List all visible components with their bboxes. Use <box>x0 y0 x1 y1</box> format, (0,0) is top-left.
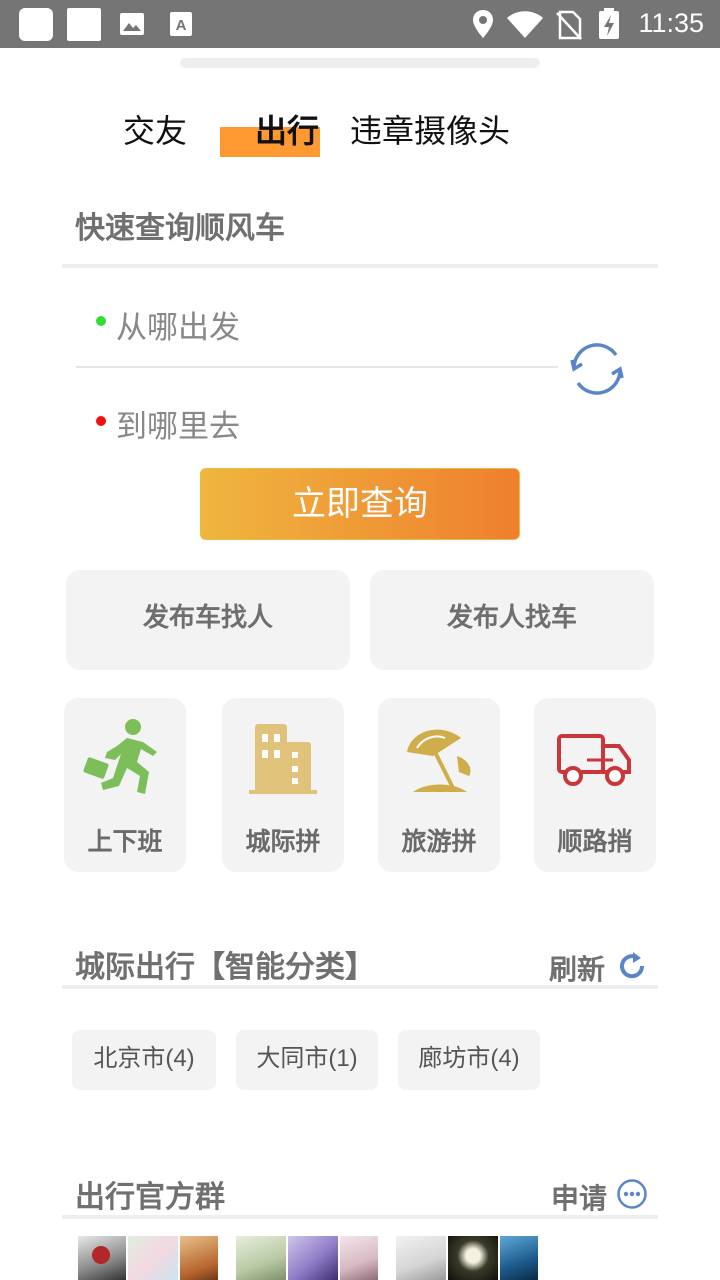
city-chip[interactable]: 大同市(1) <box>236 1030 378 1090</box>
truck-icon <box>557 734 631 786</box>
city-chip[interactable]: 廊坊市(4) <box>398 1030 540 1090</box>
category-travel[interactable]: 旅游拼 <box>378 698 500 872</box>
clock: 11:35 <box>638 8 704 38</box>
status-bar: A 11:35 <box>0 0 720 48</box>
divider <box>62 1215 658 1219</box>
text-a-icon: A <box>170 12 192 36</box>
tab-travel[interactable]: 出行 <box>255 106 319 152</box>
tab-friends[interactable]: 交友 <box>123 106 187 152</box>
battery-charging-icon <box>599 8 619 39</box>
apply-button[interactable]: 申请 <box>551 1177 607 1217</box>
publish-car-seek-people-button[interactable]: 发布车找人 <box>66 570 350 670</box>
origin-dot <box>96 316 106 326</box>
location-icon <box>473 10 493 38</box>
wifi-icon <box>507 11 543 38</box>
publish-people-seek-car-button[interactable]: 发布人找车 <box>370 570 654 670</box>
intercity-section-title: 城际出行【智能分类】 <box>75 950 375 985</box>
swap-route-icon[interactable] <box>566 338 628 400</box>
beach-umbrella-icon <box>407 729 471 792</box>
origin-input[interactable]: 从哪出发 <box>116 302 240 347</box>
notification-square-icon <box>67 8 101 41</box>
destination-input[interactable]: 到哪里去 <box>116 401 240 446</box>
category-ride-along[interactable]: 顺路捎 <box>534 698 656 872</box>
drag-handle[interactable] <box>180 58 540 68</box>
query-button[interactable]: 立即查询 <box>200 468 520 540</box>
destination-dot <box>96 416 106 426</box>
refresh-icon[interactable] <box>616 950 648 982</box>
buildings-icon <box>249 724 317 794</box>
category-label: 城际拼 <box>245 827 321 856</box>
image-icon <box>120 13 144 35</box>
commuter-running-icon <box>83 719 157 794</box>
groups-section-title: 出行官方群 <box>75 1180 225 1215</box>
more-icon[interactable] <box>616 1178 648 1210</box>
route-divider <box>76 366 558 368</box>
svg-text:A: A <box>176 17 187 34</box>
notification-app-icon <box>19 8 53 41</box>
category-label: 上下班 <box>87 827 163 856</box>
category-label: 顺路捎 <box>557 827 633 856</box>
search-section-title: 快速查询顺风车 <box>75 211 285 246</box>
divider <box>62 985 658 989</box>
tab-traffic-cameras[interactable]: 违章摄像头 <box>350 106 510 152</box>
city-chip[interactable]: 北京市(4) <box>72 1030 216 1090</box>
category-label: 旅游拼 <box>401 827 477 856</box>
no-sim-icon <box>556 10 582 40</box>
category-commute[interactable]: 上下班 <box>64 698 186 872</box>
category-intercity[interactable]: 城际拼 <box>222 698 344 872</box>
divider <box>62 264 658 268</box>
refresh-button[interactable]: 刷新 <box>549 948 605 988</box>
